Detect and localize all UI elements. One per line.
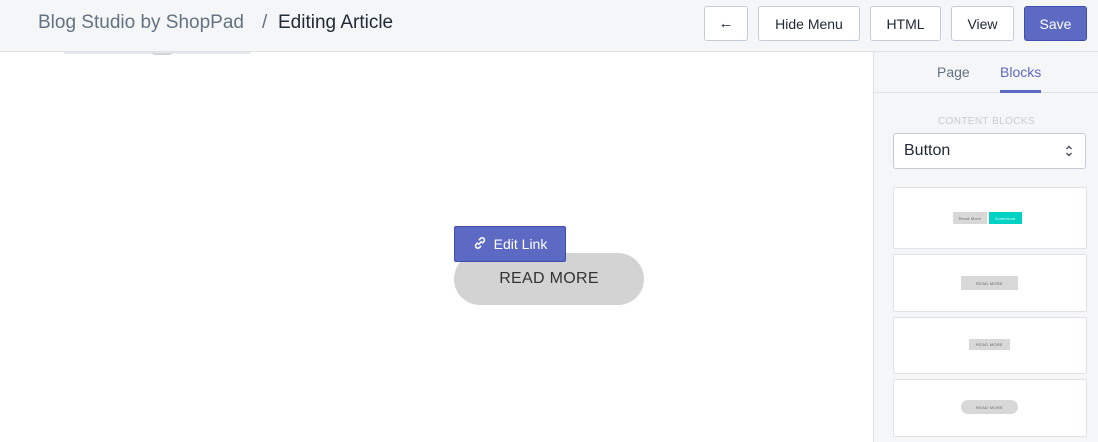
breadcrumb-separator: /: [262, 12, 268, 33]
hide-menu-button[interactable]: Hide Menu: [758, 6, 860, 41]
save-button[interactable]: Save: [1024, 6, 1087, 41]
block-preview-card[interactable]: READ MORE: [893, 254, 1087, 312]
block-type-select-value: Button: [904, 142, 951, 159]
block-preview-button: Download: [989, 212, 1022, 224]
block-type-select[interactable]: Button: [893, 133, 1086, 169]
block-preview-card[interactable]: READ MORE: [893, 317, 1087, 374]
link-icon: [473, 236, 487, 253]
block-preview-button: Read More: [953, 212, 987, 224]
sidebar-tabs: Page Blocks: [874, 52, 1098, 93]
top-bar: Blog Studio by ShopPad / Editing Article…: [0, 0, 1098, 52]
block-preview-card[interactable]: Read More Download: [893, 187, 1087, 249]
tab-blocks[interactable]: Blocks: [1000, 64, 1041, 80]
tab-page[interactable]: Page: [937, 64, 970, 80]
arrow-left-icon: ←: [718, 15, 734, 32]
page-title: Editing Article: [278, 12, 394, 33]
block-preview-button: READ MORE: [961, 276, 1018, 290]
select-arrows-icon: [1066, 145, 1072, 157]
partial-link-icon: [152, 52, 172, 55]
back-button[interactable]: ←: [704, 6, 748, 41]
editor-canvas[interactable]: READ MORE Edit Link: [0, 52, 873, 442]
active-tab-indicator: [1000, 90, 1041, 93]
edit-link-label: Edit Link: [493, 236, 548, 252]
content-blocks-label: CONTENT BLOCKS: [937, 116, 1036, 127]
sidebar: Page Blocks CONTENT BLOCKS Button Read M…: [873, 52, 1098, 442]
block-preview-button: READ MORE: [961, 400, 1018, 414]
edit-link-button[interactable]: Edit Link: [454, 226, 566, 262]
view-button[interactable]: View: [951, 6, 1014, 41]
block-preview-button: READ MORE: [969, 339, 1010, 350]
breadcrumb-app-name[interactable]: Blog Studio by ShopPad: [38, 12, 244, 34]
block-preview-card[interactable]: READ MORE: [893, 379, 1087, 437]
html-button[interactable]: HTML: [870, 6, 941, 41]
